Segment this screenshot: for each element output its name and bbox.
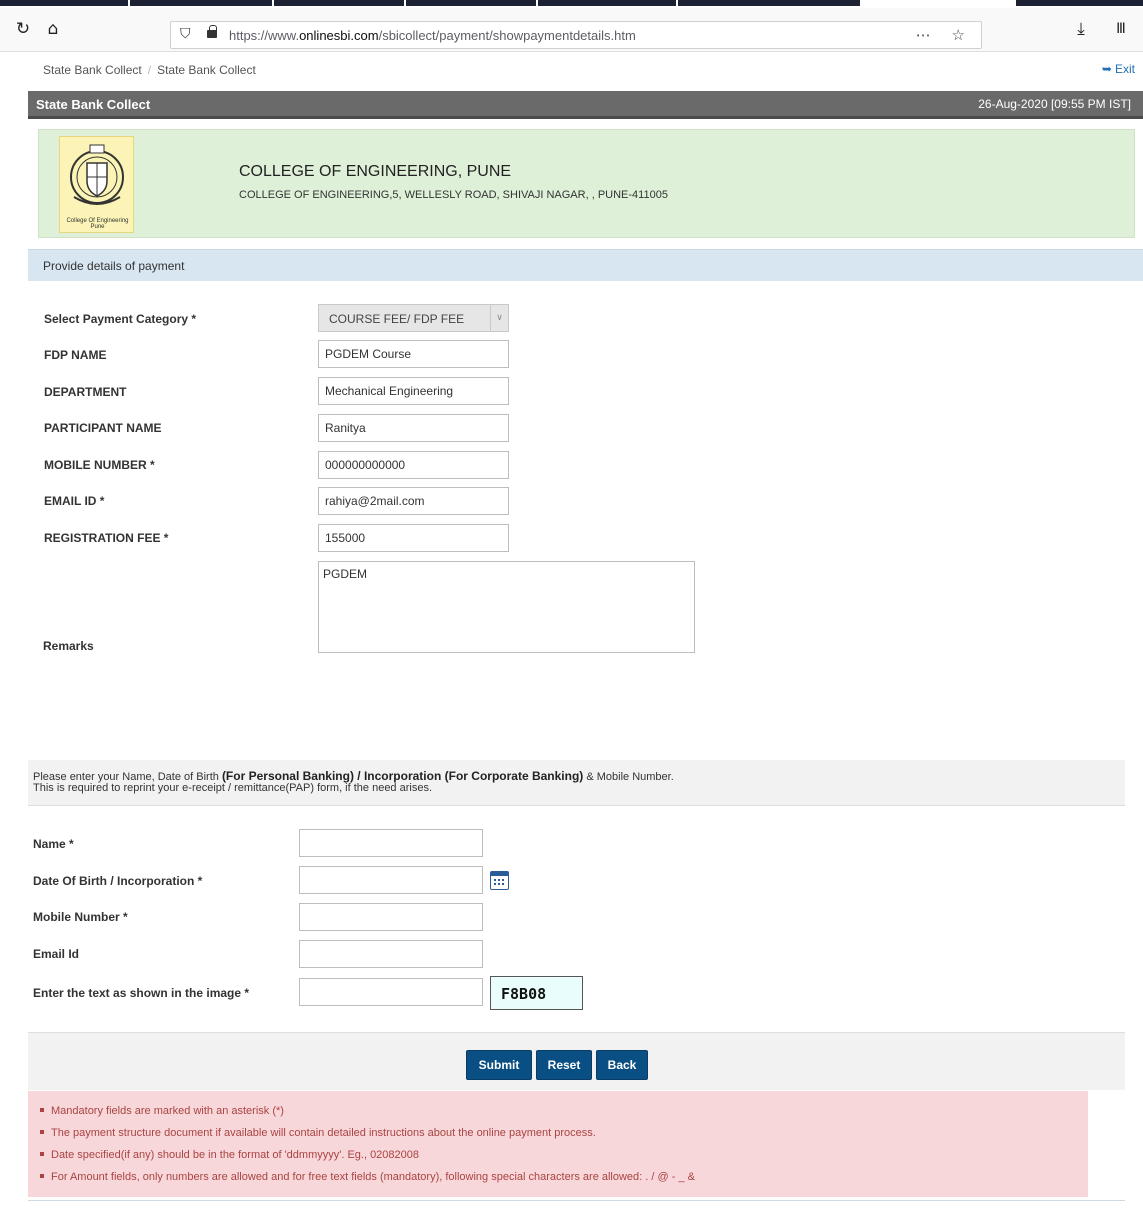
dob-input[interactable] [299,866,483,894]
chevron-down-icon[interactable]: ∨ [490,305,508,331]
home-icon[interactable]: ⌂ [42,18,64,40]
name-input[interactable] [299,829,483,857]
breadcrumb-item-2: State Bank Collect [157,63,256,77]
participant-name-label: PARTICIPANT NAME [44,421,162,435]
section-header: Provide details of payment [28,249,1143,281]
registration-fee-label: REGISTRATION FEE * [44,531,169,545]
page-actions-icons[interactable]: ⋯ ☆ [916,26,973,44]
personal-info-instructions: Please enter your Name, Date of Birth (F… [28,760,1125,806]
page-title: State Bank Collect [36,97,151,112]
college-banner: College Of Engineering Pune COLLEGE OF EN… [38,129,1135,238]
captcha-image: F8B08 [490,976,583,1010]
download-icon[interactable]: ⤓ [1070,18,1092,40]
fdp-name-label: FDP NAME [44,348,107,362]
instructions-panel: Mandatory fields are marked with an aste… [28,1091,1088,1197]
college-logo: College Of Engineering Pune [59,136,134,233]
reload-icon[interactable]: ↻ [12,18,34,40]
email-id-label: EMAIL ID * [44,494,105,508]
college-crest-icon [70,144,124,205]
department-label: DEPARTMENT [44,385,127,399]
mobile-label: Mobile Number * [33,910,128,924]
email-input[interactable] [299,940,483,968]
submit-button[interactable]: Submit [466,1050,532,1080]
breadcrumb-item-1[interactable]: State Bank Collect [43,63,142,77]
mobile-input[interactable] [299,903,483,931]
fdp-name-input[interactable] [318,340,509,368]
name-label: Name * [33,837,74,851]
captcha-label: Enter the text as shown in the image * [33,986,250,1000]
dob-label: Date Of Birth / Incorporation * [33,874,203,888]
url-text: https://www.onlinesbi.com/sbicollect/pay… [229,28,636,43]
library-icon[interactable]: Ⅲ [1110,18,1132,40]
exit-link[interactable]: ➥ Exit [1102,62,1135,76]
department-input[interactable] [318,377,509,405]
back-button[interactable]: Back [596,1050,648,1080]
participant-name-input[interactable] [318,414,509,442]
email-label: Email Id [33,947,80,961]
remarks-label: Remarks [43,639,94,653]
college-address: COLLEGE OF ENGINEERING,5, WELLESLY ROAD,… [239,189,668,201]
lock-icon[interactable] [207,25,217,38]
divider [28,1200,1125,1201]
captcha-input[interactable] [299,978,483,1006]
shield-icon[interactable]: ⛉ [180,26,191,42]
browser-toolbar: ↻ ⌂ ⛉ https://www.onlinesbi.com/sbicolle… [0,8,1143,52]
registration-fee-input[interactable] [318,524,509,552]
exit-icon: ➥ [1101,62,1112,76]
payment-category-select[interactable]: COURSE FEE/ FDP FEE ∨ [318,304,509,332]
mobile-number-label: MOBILE NUMBER * [44,458,155,472]
address-bar[interactable]: ⛉ https://www.onlinesbi.com/sbicollect/p… [170,21,982,49]
current-datetime: 26-Aug-2020 [09:55 PM IST] [978,97,1131,111]
breadcrumb: State Bank Collect / State Bank Collect [43,63,256,77]
note-item: Mandatory fields are marked with an aste… [40,1105,695,1127]
mobile-number-input[interactable] [318,451,509,479]
remarks-textarea[interactable]: PGDEM [318,561,695,653]
college-name: COLLEGE OF ENGINEERING, PUNE [239,163,512,180]
note-item: For Amount fields, only numbers are allo… [40,1171,695,1193]
payment-category-label: Select Payment Category * [44,312,197,326]
reset-button[interactable]: Reset [536,1050,592,1080]
note-item: The payment structure document if availa… [40,1127,695,1149]
email-id-input[interactable] [318,487,509,515]
note-item: Date specified(if any) should be in the … [40,1149,695,1171]
browser-tabstrip [0,0,1143,8]
title-bar: State Bank Collect 26-Aug-2020 [09:55 PM… [28,91,1143,119]
calendar-icon[interactable] [490,871,509,890]
